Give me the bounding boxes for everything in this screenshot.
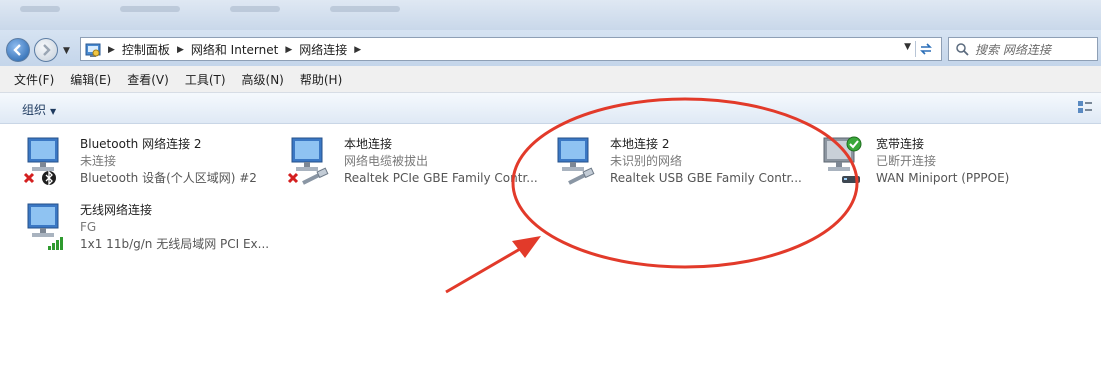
connection-status: FG xyxy=(80,220,97,234)
search-box[interactable] xyxy=(948,37,1098,61)
breadcrumb-separator-icon[interactable]: ▶ xyxy=(354,45,361,55)
breadcrumb-network-internet[interactable]: 网络和 Internet xyxy=(191,41,278,58)
control-panel-icon xyxy=(85,43,101,57)
network-computer-icon xyxy=(823,136,862,183)
connection-name: 本地连接 xyxy=(344,137,393,151)
connection-device: Realtek PCIe GBE Family Contr... xyxy=(344,171,538,185)
breadcrumb-separator-icon[interactable]: ▶ xyxy=(177,45,184,55)
connection-name: 无线网络连接 xyxy=(80,203,153,217)
connection-status: 网络电缆被拔出 xyxy=(344,154,429,168)
connection-name: 宽带连接 xyxy=(876,137,925,151)
connection-name: Bluetooth 网络连接 2 xyxy=(80,137,202,151)
connections-list: Bluetooth 网络连接 2 未连接 Bluetooth 设备(个人区域网)… xyxy=(0,124,1101,371)
blurred-title-text xyxy=(330,6,400,12)
menu-file[interactable]: 文件(F) xyxy=(0,71,62,88)
breadcrumb-separator-icon[interactable]: ▶ xyxy=(108,45,115,55)
blurred-title-text xyxy=(20,6,60,12)
network-computer-icon xyxy=(23,137,59,186)
back-arrow-icon xyxy=(13,44,21,56)
menu-bar: 文件(F) 编辑(E) 查看(V) 工具(T) 高级(N) 帮助(H) xyxy=(0,66,1101,93)
bluetooth-icon xyxy=(42,170,56,186)
disconnected-x-icon xyxy=(287,172,299,184)
address-dropdown-icon[interactable]: ▼ xyxy=(904,42,911,52)
window-title-bar xyxy=(0,0,1101,30)
back-button[interactable] xyxy=(6,38,30,62)
menu-edit[interactable]: 编辑(E) xyxy=(62,71,119,88)
network-computer-icon xyxy=(27,203,63,250)
menu-tools[interactable]: 工具(T) xyxy=(177,71,234,88)
forward-button[interactable] xyxy=(34,38,58,62)
chevron-down-icon: ▼ xyxy=(50,107,57,116)
disconnected-x-icon xyxy=(23,172,35,184)
search-icon xyxy=(956,43,969,56)
refresh-icon xyxy=(920,43,932,55)
connection-status: 未连接 xyxy=(80,154,117,168)
address-row: ▼ ▶ 控制面板 ▶ 网络和 Internet ▶ 网络连接 ▶ ▼ xyxy=(0,30,1101,66)
modem-icon xyxy=(842,176,860,183)
connection-device: 1x1 11b/g/n 无线局域网 PCI Ex... xyxy=(80,237,270,251)
breadcrumb-separator-icon[interactable]: ▶ xyxy=(285,45,292,55)
connection-broadband[interactable]: 宽带连接 已断开连接 WAN Miniport (PPPOE) xyxy=(818,136,1038,196)
menu-help[interactable]: 帮助(H) xyxy=(292,71,350,88)
connection-device: WAN Miniport (PPPOE) xyxy=(876,171,1010,185)
organize-button[interactable]: 组织 ▼ xyxy=(22,101,56,118)
menu-advanced[interactable]: 高级(N) xyxy=(234,71,292,88)
change-view-icon[interactable] xyxy=(1077,100,1093,114)
refresh-button[interactable] xyxy=(915,41,936,57)
blurred-title-text xyxy=(120,6,180,12)
connection-status: 未识别的网络 xyxy=(610,154,683,168)
blurred-title-text xyxy=(230,6,280,12)
network-computer-icon xyxy=(557,137,595,185)
organize-label: 组织 xyxy=(22,103,47,117)
forward-arrow-icon xyxy=(43,44,51,56)
breadcrumb-control-panel[interactable]: 控制面板 xyxy=(122,41,170,58)
connection-wireless[interactable]: 无线网络连接 FG 1x1 11b/g/n 无线局域网 PCI Ex... xyxy=(22,202,282,262)
history-dropdown-icon[interactable]: ▼ xyxy=(63,46,70,56)
check-icon xyxy=(846,136,862,152)
menu-view[interactable]: 查看(V) xyxy=(119,71,177,88)
command-bar: 组织 ▼ xyxy=(0,93,1101,124)
address-bar[interactable]: ▶ 控制面板 ▶ 网络和 Internet ▶ 网络连接 ▶ ▼ xyxy=(80,37,942,61)
connection-name: 本地连接 2 xyxy=(610,137,670,151)
wifi-signal-icon xyxy=(48,237,63,250)
breadcrumb-network-connections[interactable]: 网络连接 xyxy=(299,41,347,58)
connection-status: 已断开连接 xyxy=(876,154,937,168)
connection-device: Bluetooth 设备(个人区域网) #2 xyxy=(80,171,257,185)
network-computer-icon xyxy=(287,137,329,185)
connection-bluetooth[interactable]: Bluetooth 网络连接 2 未连接 Bluetooth 设备(个人区域网)… xyxy=(22,136,262,196)
search-input[interactable] xyxy=(973,40,1097,60)
connection-local-area[interactable]: 本地连接 网络电缆被拔出 Realtek PCIe GBE Family Con… xyxy=(286,136,538,196)
connection-local-area-2[interactable]: 本地连接 2 未识别的网络 Realtek USB GBE Family Con… xyxy=(552,136,802,196)
connection-device: Realtek USB GBE Family Contr... xyxy=(610,171,802,185)
